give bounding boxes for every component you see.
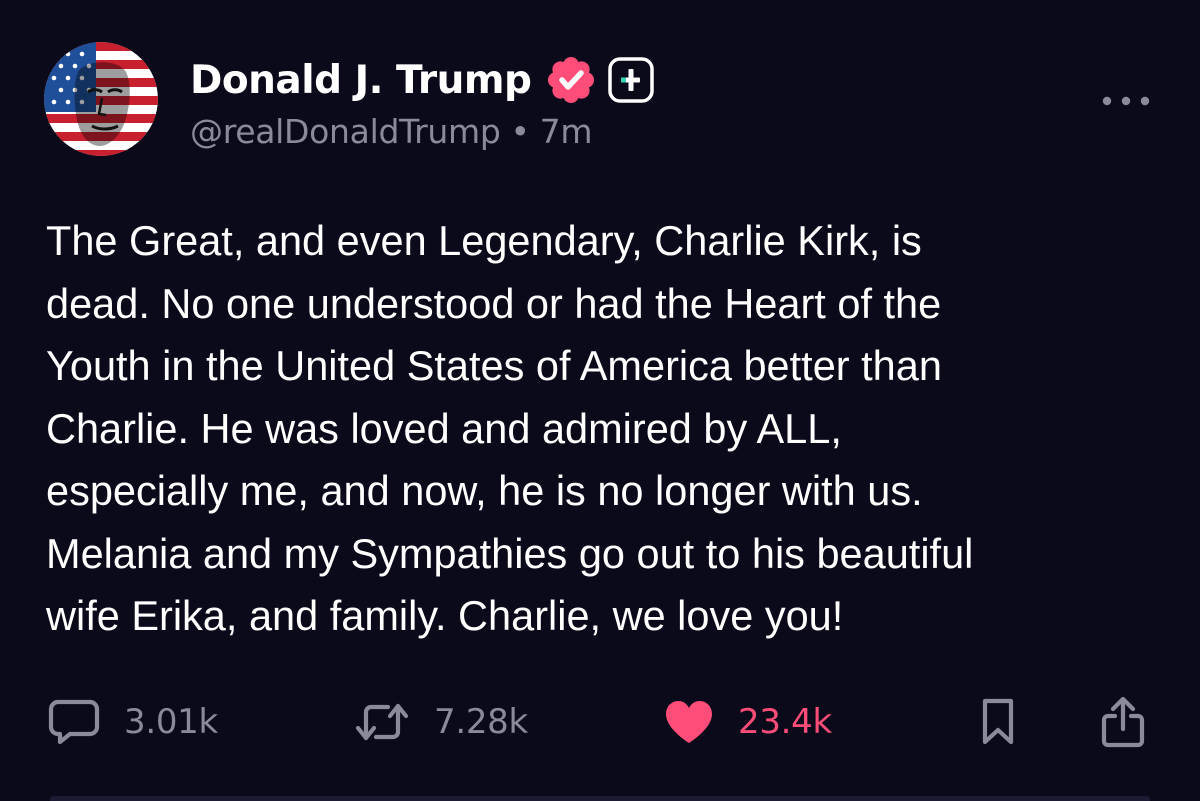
author-name-row: Donald J. Trump	[190, 55, 655, 105]
post-body: The Great, and even Legendary, Charlie K…	[46, 210, 1166, 648]
next-post-edge	[50, 796, 1150, 801]
post-text-line: wife Erika, and family. Charlie, we love…	[46, 592, 844, 639]
reply-button[interactable]: 3.01k	[48, 690, 218, 754]
post-text-line: dead. No one understood or had the Heart…	[46, 279, 942, 327]
bookmark-icon	[982, 698, 1014, 745]
share-icon	[1101, 696, 1145, 748]
reply-bubble-icon	[48, 699, 100, 745]
avatar[interactable]	[44, 42, 158, 156]
post-text-line: Youth in the United States of America be…	[46, 342, 942, 389]
post-text-line: The Great, and even Legendary, Charlie K…	[46, 217, 922, 264]
post-card: Donald J. Trump @realDonaldTrump • 7m Th…	[0, 0, 1200, 801]
ellipsis-icon	[1102, 96, 1150, 106]
author-meta: @realDonaldTrump • 7m	[190, 112, 593, 151]
bookmark-button[interactable]	[978, 690, 1018, 754]
post-text-line: especially me, and now, he is no longer …	[46, 467, 923, 514]
post-text-line: Melania and my Sympathies go out to his …	[46, 529, 974, 577]
heart-icon	[666, 701, 712, 743]
repost-button[interactable]: 7.28k	[354, 690, 528, 754]
more-options-button[interactable]	[1096, 86, 1156, 116]
post-timestamp[interactable]: 7m	[540, 112, 593, 151]
share-button[interactable]	[1100, 690, 1146, 754]
action-bar: 3.01k 7.28k 23.4k	[0, 690, 1200, 754]
repost-count: 7.28k	[434, 702, 528, 742]
verified-badge-icon	[548, 57, 595, 103]
author-handle[interactable]: @realDonaldTrump	[190, 112, 501, 151]
plus-icon[interactable]	[607, 56, 655, 104]
avatar-image	[44, 42, 158, 156]
meta-separator: •	[510, 112, 530, 151]
like-button[interactable]: 23.4k	[664, 690, 832, 754]
author-display-name[interactable]: Donald J. Trump	[190, 58, 532, 103]
like-count: 23.4k	[738, 702, 832, 742]
repost-icon	[355, 703, 409, 741]
reply-count: 3.01k	[124, 702, 218, 742]
post-text-line: Charlie. He was loved and admired by ALL…	[46, 404, 842, 452]
